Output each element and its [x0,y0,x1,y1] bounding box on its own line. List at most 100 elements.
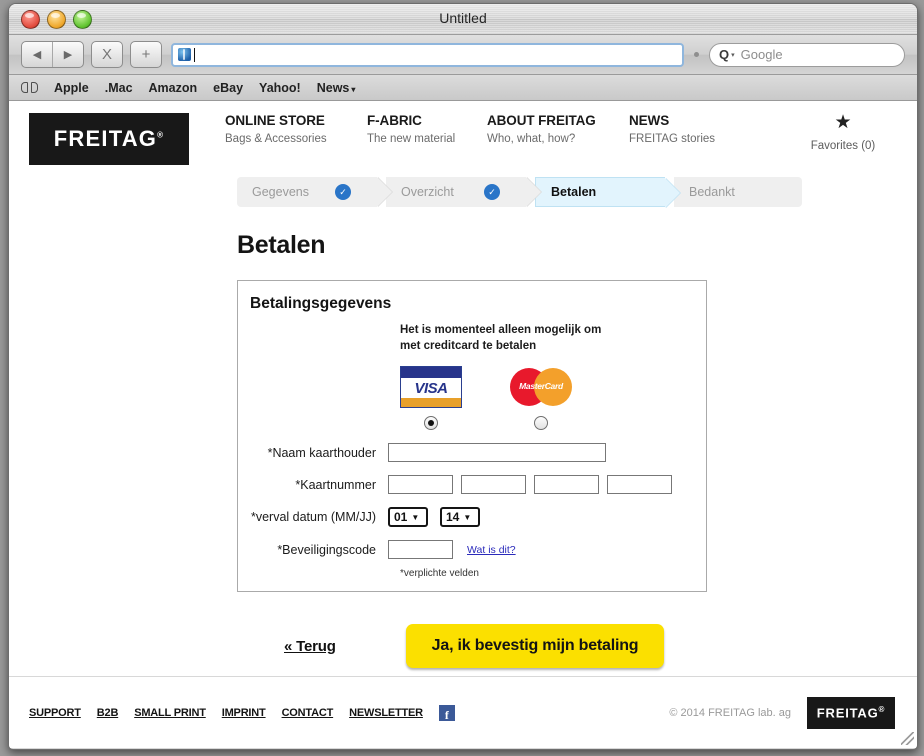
back-forward-control[interactable]: ◀ ▶ [21,41,84,68]
step-label: Overzicht [401,185,454,199]
cvc-input[interactable] [388,540,453,560]
bookmark-amazon[interactable]: Amazon [149,81,198,95]
step-arrow [377,177,392,207]
required-fields-note: *verplichte velden [400,568,479,580]
bookmarks-bar: Apple .Mac Amazon eBay Yahoo! News ▾ [9,75,917,101]
mastercard-wordmark: MasterCard [519,381,563,392]
window-titlebar[interactable]: Untitled [9,4,917,35]
search-input[interactable]: Q ▾ Google [709,42,905,67]
favorites-label: Favorites (0) [810,140,876,152]
window-controls[interactable] [21,10,92,29]
facebook-icon[interactable]: f [438,704,455,721]
star-icon: ★ [834,112,852,133]
bookmark-apple[interactable]: Apple [54,81,89,95]
step-arrow [665,178,680,208]
nav-title: NEWS [629,113,670,128]
nav-item-online-store[interactable]: ONLINE STORE Bags & Accessories [225,113,367,145]
bookmark-ebay[interactable]: eBay [213,81,243,95]
cardnumber-input-3[interactable] [534,475,599,495]
expiry-month-select[interactable]: 01 ▼ [388,507,428,528]
browser-toolbar: ◀ ▶ X + Q ▾ Google [9,35,917,75]
book-icon[interactable] [21,81,38,94]
site-header: FREITAG® ONLINE STORE Bags & Accessories… [9,101,917,165]
check-icon: ✓ [484,184,500,200]
close-window-button[interactable] [21,10,40,29]
site-footer: SUPPORT B2B SMALL PRINT IMPRINT CONTACT … [9,676,917,748]
nav-item-news[interactable]: NEWS FREITAG stories [629,113,771,145]
add-bookmark-button[interactable]: + [130,41,162,68]
footer-links: SUPPORT B2B SMALL PRINT IMPRINT CONTACT … [29,704,669,721]
bookmark-yahoo[interactable]: Yahoo! [259,81,301,95]
cvc-label: *Beveiligingscode [277,542,376,557]
cardnumber-input-2[interactable] [461,475,526,495]
visa-radio[interactable] [424,416,438,431]
panel-title: Betalingsgegevens [250,295,392,312]
row-cvc: *Beveiligingscode Wat is dit? [238,540,706,560]
toolbar-separator-dot [694,52,699,57]
back-icon[interactable]: ◀ [22,42,52,67]
step-bedankt: Bedankt [674,177,802,207]
footer-link-small-print[interactable]: SMALL PRINT [134,707,206,719]
chevron-down-icon: ▼ [463,512,472,522]
confirm-payment-button[interactable]: Ja, ik bevestig mijn betaling [405,624,665,669]
cardnumber-input-4[interactable] [607,475,672,495]
browser-window: Untitled ◀ ▶ X + Q ▾ Google Apple .Mac A… [8,3,918,750]
back-link[interactable]: « Terug [284,638,336,655]
nav-title: ABOUT FREITAG [487,113,596,128]
expiry-year-value: 14 [446,510,460,525]
card-option-mastercard[interactable]: MasterCard [510,366,572,431]
step-arrow [526,177,541,207]
row-expiry: *verval datum (MM/JJ) 01 ▼ 14 ▼ [238,507,706,528]
row-cardholder: *Naam kaarthouder [238,443,706,463]
form-actions: « Terug Ja, ik bevestig mijn betaling [284,624,917,669]
nav-item-f-abric[interactable]: F-ABRIC The new material [367,113,487,145]
bookmark-mac[interactable]: .Mac [105,81,133,95]
nav-subtitle: FREITAG stories [629,133,716,145]
footer-logo-text: FREITAG® [816,704,886,721]
nav-item-about-freitag[interactable]: ABOUT FREITAG Who, what, how? [487,113,629,145]
site-logo[interactable]: FREITAG® [29,113,189,165]
bookmark-news[interactable]: News ▾ [317,81,356,95]
cardnumber-input-1[interactable] [388,475,453,495]
stop-button[interactable]: X [91,41,123,68]
step-overzicht[interactable]: Overzicht ✓ [386,177,542,207]
minimize-window-button[interactable] [47,10,66,29]
step-label: Bedankt [689,185,735,199]
search-placeholder: Google [740,47,783,62]
cardholder-label: *Naam kaarthouder [267,445,376,460]
footer-link-newsletter[interactable]: NEWSLETTER [349,707,423,719]
chevron-down-icon[interactable]: ▾ [731,51,735,59]
expiry-year-select[interactable]: 14 ▼ [440,507,480,528]
footer-link-contact[interactable]: CONTACT [282,707,334,719]
expiry-label: *verval datum (MM/JJ) [250,510,376,525]
favorites-button[interactable]: ★ Favorites (0) [795,113,891,152]
search-icon: Q [719,47,730,62]
mastercard-icon: MasterCard [510,366,572,408]
step-gegevens[interactable]: Gegevens ✓ [237,177,393,207]
step-label: Betalen [551,185,597,199]
zoom-window-button[interactable] [73,10,92,29]
footer-link-b2b[interactable]: B2B [97,707,119,719]
address-bar[interactable] [171,42,684,67]
globe-icon [178,48,191,61]
card-option-visa[interactable]: VISA [400,366,462,431]
page-content: FREITAG® ONLINE STORE Bags & Accessories… [9,101,917,748]
footer-logo[interactable]: FREITAG® [807,696,895,729]
chevron-down-icon: ▼ [411,512,420,522]
mastercard-radio[interactable] [534,416,548,431]
resize-grip[interactable] [901,732,914,745]
footer-link-imprint[interactable]: IMPRINT [222,707,266,719]
copyright-text: © 2014 FREITAG lab. ag [669,706,791,719]
cvc-help-link[interactable]: Wat is dit? [467,544,516,556]
cardnumber-label: *Kaartnummer [295,477,376,492]
forward-icon[interactable]: ▶ [52,42,83,67]
step-label: Gegevens [252,185,309,199]
page-title: Betalen [237,231,326,259]
cardholder-input[interactable] [388,443,606,463]
card-type-options: VISA MasterCard [400,366,706,431]
step-betalen[interactable]: Betalen [535,177,681,208]
check-icon: ✓ [335,184,351,200]
footer-link-support[interactable]: SUPPORT [29,707,81,719]
row-cardnumber: *Kaartnummer [238,475,706,495]
window-title: Untitled [439,10,487,26]
